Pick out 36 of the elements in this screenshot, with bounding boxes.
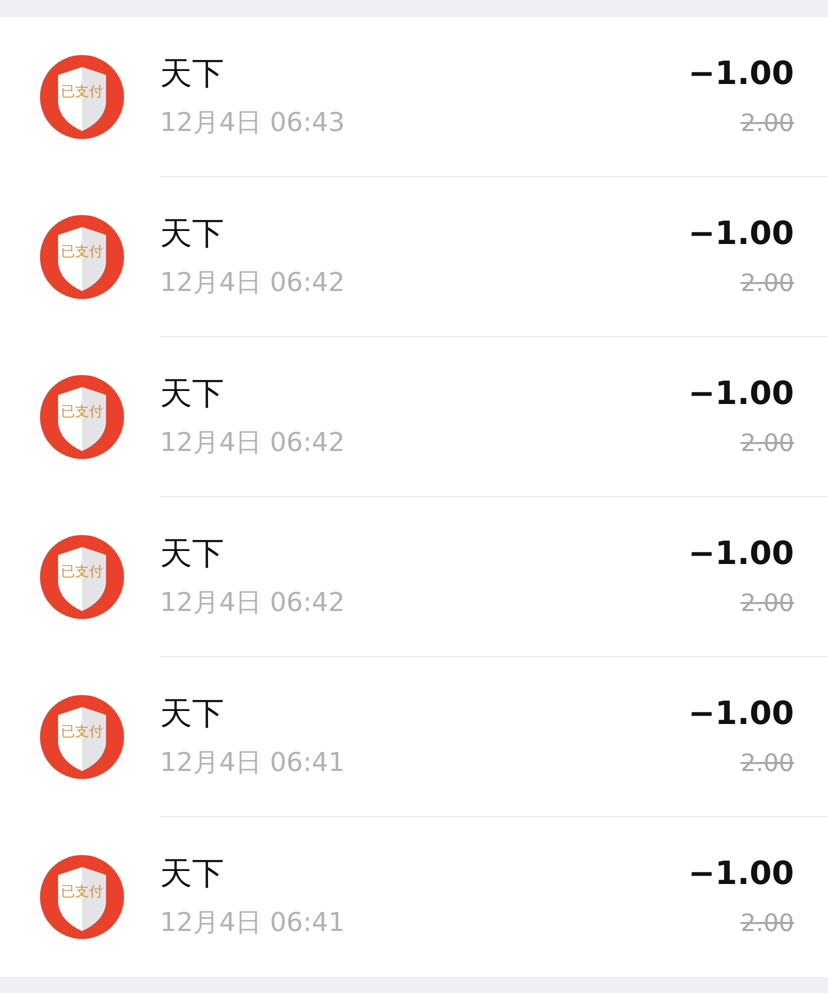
paid-amount: −1.00 xyxy=(688,374,794,412)
merchant-name: 天下 xyxy=(160,214,225,252)
paid-amount: −1.00 xyxy=(688,214,794,252)
merchant-name: 天下 xyxy=(160,374,225,412)
original-price: 2.00 xyxy=(740,748,794,778)
original-price: 2.00 xyxy=(740,908,794,939)
shield-icon xyxy=(38,533,126,621)
paid-amount: −1.00 xyxy=(688,854,794,892)
merchant-name: 天下 xyxy=(160,694,225,732)
merchant-name: 天下 xyxy=(160,54,225,92)
paid-label: 已支付 xyxy=(61,884,103,899)
transaction-time: 12月4日 06:43 xyxy=(160,106,346,140)
original-price: 2.00 xyxy=(740,588,794,618)
paid-amount: −1.00 xyxy=(688,534,794,572)
transaction-time: 12月4日 06:41 xyxy=(160,907,346,940)
merchant-name: 天下 xyxy=(160,534,225,572)
shield-icon xyxy=(38,373,126,461)
paid-amount: −1.00 xyxy=(688,694,794,732)
paid-label: 已支付 xyxy=(61,84,103,99)
original-price: 2.00 xyxy=(740,268,794,298)
shield-icon xyxy=(38,693,126,781)
merchant-name: 天下 xyxy=(160,854,225,892)
original-price: 2.00 xyxy=(740,108,794,138)
shield-icon xyxy=(38,213,126,301)
paid-amount: −1.00 xyxy=(688,54,794,92)
transaction-time: 12月4日 06:42 xyxy=(160,266,346,300)
paid-label: 已支付 xyxy=(61,244,103,259)
paid-label: 已支付 xyxy=(61,564,103,579)
shield-icon xyxy=(38,53,126,141)
transaction-time: 12月4日 06:41 xyxy=(160,746,346,780)
original-price: 2.00 xyxy=(740,428,794,458)
paid-label: 已支付 xyxy=(61,404,103,419)
transaction-time: 12月4日 06:42 xyxy=(160,426,346,460)
paid-label: 已支付 xyxy=(61,724,103,739)
transaction-time: 12月4日 06:42 xyxy=(160,586,346,620)
shield-icon xyxy=(38,853,126,941)
